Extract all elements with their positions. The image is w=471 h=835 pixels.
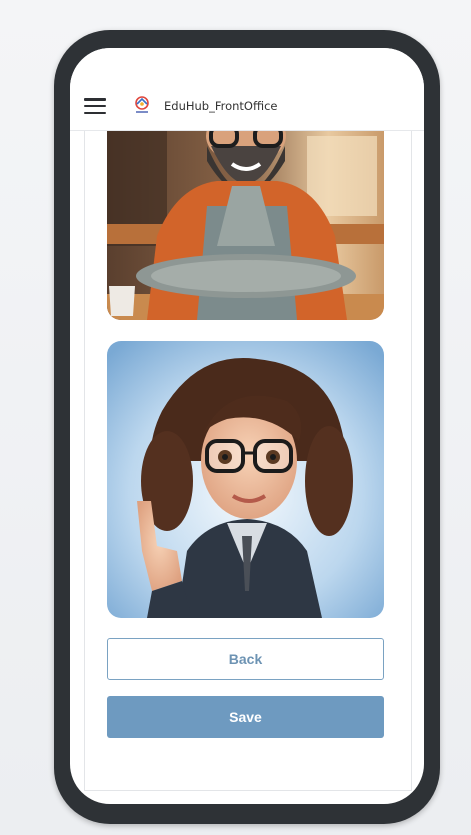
phone-screen: EduHub_FrontOffice Back Save — [70, 48, 424, 804]
save-button[interactable]: Save — [107, 696, 384, 738]
avatar-selection-panel: Back Save — [84, 126, 412, 791]
bearded-man-avatar[interactable] — [107, 126, 384, 320]
phone-frame: EduHub_FrontOffice Back Save — [54, 30, 440, 824]
app-title: EduHub_FrontOffice — [164, 99, 278, 113]
back-button[interactable]: Back — [107, 638, 384, 680]
page-background: EduHub_FrontOffice Back Save — [0, 0, 471, 835]
woman-with-glasses-avatar[interactable] — [107, 341, 384, 618]
eduhub-logo-icon — [135, 96, 149, 113]
hamburger-menu-icon[interactable] — [84, 98, 106, 115]
app-header: EduHub_FrontOffice — [70, 48, 424, 131]
